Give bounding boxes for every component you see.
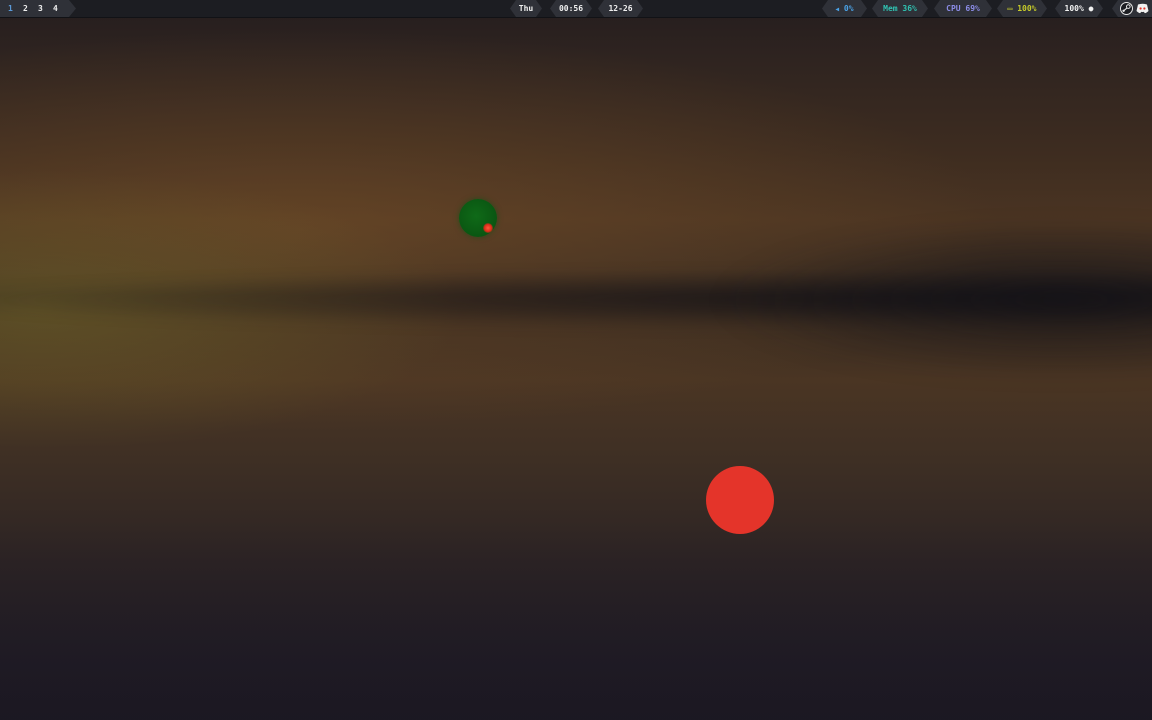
battery-widget[interactable]: ▭ 100% (997, 0, 1047, 17)
workspace-switcher: 1234 (0, 0, 76, 17)
desktop-wallpaper (0, 0, 1152, 720)
wallpaper-bottom-shade (0, 520, 1152, 720)
cpu-label: CPU 69% (946, 4, 980, 13)
red-orb (706, 466, 774, 534)
brightness-widget[interactable]: 100% ● (1055, 0, 1103, 17)
workspace-3[interactable]: 3 (38, 0, 53, 17)
brightness-icon: ● (1088, 4, 1094, 13)
steam-icon[interactable] (1120, 2, 1133, 15)
workspace-4[interactable]: 4 (53, 0, 68, 17)
top-panel: 1234 Thu 00:56 12-26 ◀ 0% Mem 36% CPU 69… (0, 0, 1152, 18)
clock-time[interactable]: 00:56 (550, 0, 592, 17)
brightness-label: 100% (1064, 4, 1084, 13)
memory-label: Mem 36% (883, 4, 917, 13)
cpu-widget[interactable]: CPU 69% (934, 0, 992, 17)
discord-icon[interactable] (1136, 3, 1149, 16)
day-label: Thu (518, 4, 534, 13)
clock-day[interactable]: Thu (510, 0, 542, 17)
battery-label: 100% (1017, 4, 1037, 13)
memory-widget[interactable]: Mem 36% (872, 0, 928, 17)
speaker-icon: ◀ (835, 6, 840, 13)
volume-label: 0% (843, 4, 854, 13)
workspace-1[interactable]: 1 (8, 0, 23, 17)
volume-widget[interactable]: ◀ 0% (822, 0, 867, 17)
orb-spark (483, 223, 493, 233)
time-label: 00:56 (558, 4, 584, 13)
workspace-2[interactable]: 2 (23, 0, 38, 17)
battery-icon: ▭ (1007, 4, 1013, 13)
date-label: 12-26 (608, 4, 633, 13)
system-tray (1112, 0, 1152, 17)
clock-date[interactable]: 12-26 (598, 0, 643, 17)
wallpaper-shade (712, 220, 1152, 380)
